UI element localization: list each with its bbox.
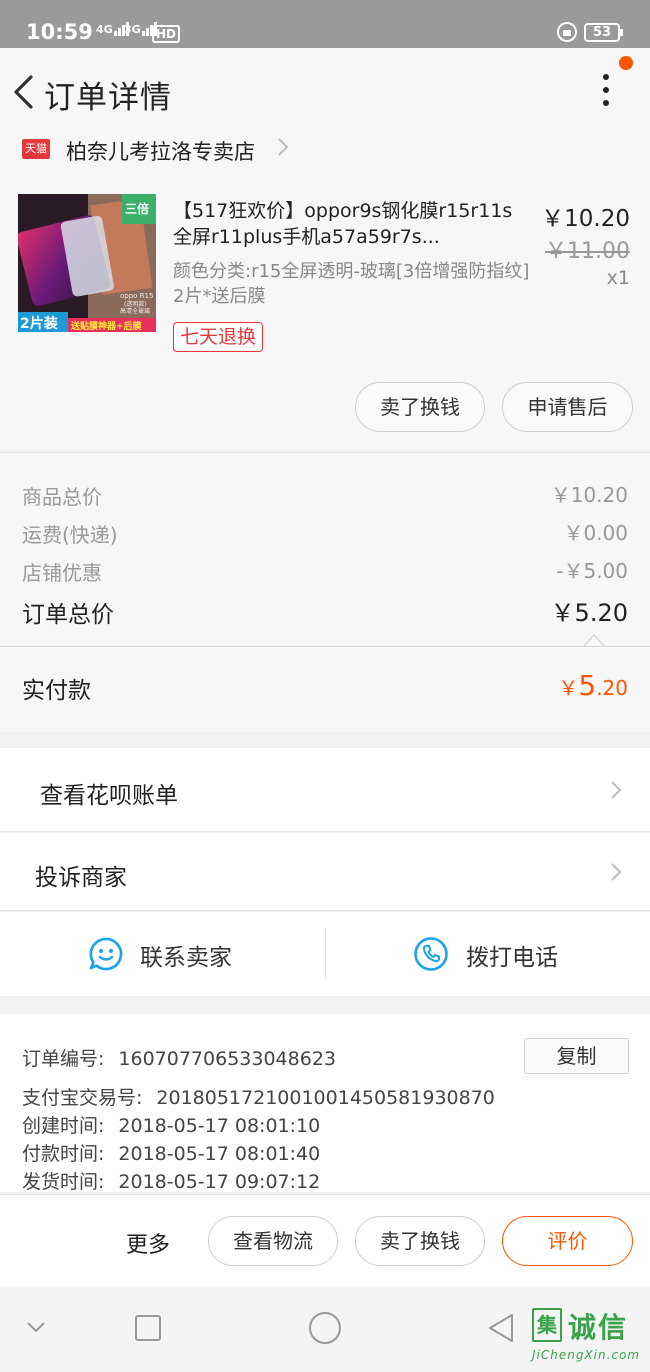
product-thumbnail[interactable]: 三倍 oppo R15 (透明款) 高清全玻璃 2片装 送贴膜神器+后膜 (18, 194, 156, 332)
product-image-icon: 三倍 oppo R15 (透明款) 高清全玻璃 2片装 送贴膜神器+后膜 (18, 194, 156, 332)
lock-icon (557, 22, 577, 42)
phone-icon[interactable] (413, 936, 449, 972)
alipay-number-line: 支付宝交易号: 2018051721001001450581930870 (22, 1087, 495, 1109)
paid-label: 实付款 (22, 678, 91, 704)
sell-button-bottom[interactable]: 卖了换钱 (355, 1216, 485, 1266)
shipping-value: ￥0.00 (563, 521, 628, 545)
contact-row: 联系卖家 拨打电话 (0, 912, 650, 996)
hd-icon: HD (152, 25, 181, 43)
home-icon[interactable] (309, 1312, 341, 1344)
shipping-label: 运费(快递) (22, 523, 118, 547)
subtotal-label: 商品总价 (22, 485, 102, 509)
notification-dot (619, 56, 633, 70)
bottom-action-bar: 更多 查看物流 卖了换钱 评价 (0, 1194, 650, 1286)
svg-text:高清全玻璃: 高清全玻璃 (120, 307, 150, 315)
battery-icon: 53 (584, 23, 623, 42)
svg-text:oppo R15: oppo R15 (120, 292, 153, 300)
product-price: ￥10.20 (541, 206, 630, 232)
order-number: 160707706533048623 (118, 1048, 336, 1070)
product-title[interactable]: 【517狂欢价】oppor9s钢化膜r15r11s全屏r11plus手机a57a… (173, 198, 529, 250)
huabei-bill-label: 查看花呗账单 (40, 783, 178, 809)
sell-button[interactable]: 卖了换钱 (355, 382, 485, 432)
tmall-badge: 天猫 (22, 139, 50, 159)
chevron-right-icon (611, 781, 622, 799)
complain-label: 投诉商家 (35, 865, 127, 891)
nav-bar: 订单详情 (0, 48, 650, 136)
watermark-logo: 集 诚信 JiChengXin.com (532, 1308, 648, 1368)
discount-label: 店铺优惠 (22, 561, 102, 585)
discount-value: -￥5.00 (556, 559, 628, 583)
product-sku: 颜色分类:r15全屏透明-玻璃[3倍增强防指纹]2片*送后膜 (173, 261, 530, 307)
svg-text:(透明款): (透明款) (124, 300, 147, 308)
svg-text:三倍: 三倍 (125, 201, 149, 216)
created-time-line: 创建时间: 2018-05-17 08:01:10 (22, 1115, 321, 1137)
divider (325, 928, 326, 978)
order-total-label: 订单总价 (22, 602, 114, 628)
order-number-line: 订单编号: 160707706533048623 (22, 1048, 336, 1070)
shipped-time-line: 发货时间: 2018-05-17 09:07:12 (22, 1171, 321, 1193)
chevron-down-icon[interactable] (26, 1320, 46, 1334)
system-nav-bar: 集 诚信 JiChengXin.com (0, 1286, 650, 1372)
order-info: 订单编号: 160707706533048623 复制 支付宝交易号: 201805… (0, 1014, 650, 1193)
complain-row[interactable]: 投诉商家 (0, 833, 650, 911)
shipped-time: 2018-05-17 09:07:12 (118, 1171, 321, 1193)
order-total-value: ￥5.20 (550, 599, 628, 627)
contact-seller-button[interactable]: 联系卖家 (140, 938, 232, 972)
paid-amount-row: 实付款 ￥5.20 (0, 646, 650, 732)
review-button[interactable]: 评价 (502, 1216, 633, 1266)
alipay-number: 2018051721001001450581930870 (156, 1087, 495, 1109)
paid-value: ￥5.20 (558, 669, 628, 702)
paid-time: 2018-05-17 08:01:40 (118, 1143, 321, 1165)
store-name[interactable]: 柏奈儿考拉洛专卖店 (66, 136, 255, 166)
call-button[interactable]: 拨打电话 (466, 938, 558, 972)
chat-icon[interactable] (88, 936, 124, 972)
paid-time-line: 付款时间: 2018-05-17 08:01:40 (22, 1143, 321, 1165)
subtotal-value: ￥10.20 (550, 483, 628, 507)
more-actions-link[interactable]: 更多 (126, 1227, 170, 1259)
chevron-right-icon (611, 863, 622, 881)
after-sale-button[interactable]: 申请售后 (502, 382, 633, 432)
product-quantity: x1 (606, 267, 630, 289)
store-row[interactable]: 天猫 柏奈儿考拉洛专卖店 (0, 136, 650, 184)
created-time: 2018-05-17 08:01:10 (118, 1115, 321, 1137)
copy-button[interactable]: 复制 (524, 1038, 629, 1074)
svg-text:送贴膜神器+后膜: 送贴膜神器+后膜 (70, 320, 143, 332)
chevron-right-icon (278, 138, 289, 156)
more-menu-icon[interactable] (600, 74, 612, 110)
status-bar: 10:59 4G 3G HD 53 (0, 0, 650, 48)
view-logistics-button[interactable]: 查看物流 (208, 1216, 338, 1266)
return-policy-tag: 七天退换 (173, 322, 264, 352)
price-summary: 商品总价 ￥10.20 运费(快递) ￥0.00 店铺优惠 -￥5.00 订单总… (0, 452, 650, 648)
recent-apps-icon[interactable] (135, 1315, 161, 1341)
svg-text:2片装: 2片装 (20, 315, 59, 332)
status-time: 10:59 (26, 20, 93, 44)
page-title: 订单详情 (44, 80, 172, 116)
back-triangle-icon[interactable] (486, 1312, 516, 1344)
back-icon[interactable] (12, 75, 34, 109)
order-item-card: 三倍 oppo R15 (透明款) 高清全玻璃 2片装 送贴膜神器+后膜 【51… (0, 184, 650, 450)
huabei-bill-row[interactable]: 查看花呗账单 (0, 748, 650, 832)
original-price: ￥11.00 (545, 239, 630, 264)
